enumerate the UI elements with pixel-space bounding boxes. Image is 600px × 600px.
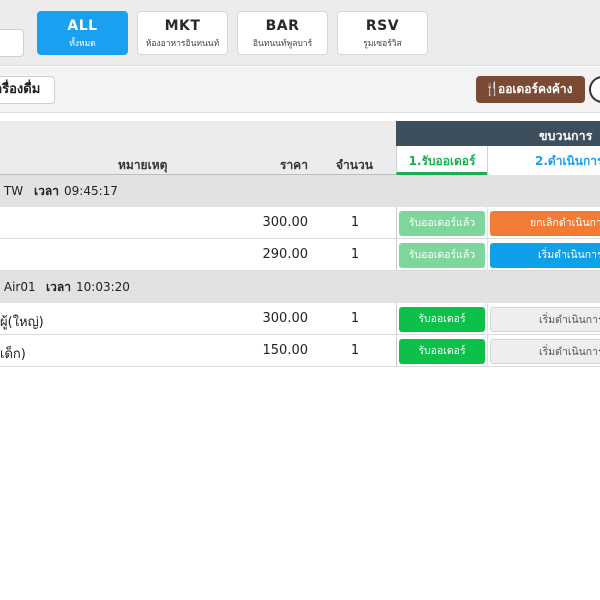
start-process-button[interactable]: เริ่มดำเนินการ <box>490 243 600 268</box>
column-divider <box>487 303 488 335</box>
column-divider <box>396 239 397 271</box>
process-label: ขบวนการ <box>539 128 593 143</box>
start-process-button[interactable]: เริ่มดำเนินการ <box>490 339 600 364</box>
item-name: ผู้(ใหญ่) <box>0 315 44 330</box>
group-time: 09:45:17 <box>64 184 118 198</box>
tab-step2-process[interactable]: 2.ดำเนินการ <box>487 146 600 175</box>
filter-all-button[interactable]: ALL ทั้งหมด <box>37 11 128 55</box>
group-time-label: เวลา <box>34 184 59 198</box>
item-qty: 1 <box>350 215 360 230</box>
column-divider <box>487 335 488 367</box>
column-divider <box>487 207 488 239</box>
filter-code: RSV <box>365 18 400 34</box>
column-header-qty: จำนวน <box>336 158 373 172</box>
filter-mkt-button[interactable]: MKT ห้องอาหารอินทนนท์ <box>137 11 228 55</box>
order-accepted-button[interactable]: รับออเดอร์แล้ว <box>399 211 485 236</box>
item-name: เด็ก) <box>0 347 26 362</box>
group-time: 10:03:20 <box>76 280 130 294</box>
order-group-header: : Air01 เวลา 10:03:20 <box>0 271 600 304</box>
column-divider <box>487 239 488 271</box>
column-header-price: ราคา <box>280 158 308 172</box>
accept-order-button[interactable]: รับออเดอร์ <box>399 339 485 364</box>
filter-subtitle: รูมเซอร์วิส <box>363 39 402 49</box>
pending-orders-button[interactable]: 🍴 ออเดอร์คงค้าง <box>476 76 585 103</box>
table-row: 300.00 1 รับออเดอร์แล้ว ยกเลิกดำเนินการ <box>0 207 600 239</box>
filter-subtitle: ห้องอาหารอินทนนท์ <box>145 39 220 49</box>
item-qty: 1 <box>350 343 360 358</box>
order-group-header: : TW เวลา 09:45:17 <box>0 175 600 208</box>
table-row: 290.00 1 รับออเดอร์แล้ว เริ่มดำเนินการ <box>0 239 600 271</box>
pending-orders-label: ออเดอร์คงค้าง <box>498 82 573 96</box>
item-qty: 1 <box>350 311 360 326</box>
accept-order-button[interactable]: รับออเดอร์ <box>399 307 485 332</box>
fork-knife-icon: 🍴 <box>484 82 501 97</box>
table-row: เด็ก) 150.00 1 รับออเดอร์ เริ่มดำเนินการ <box>0 335 600 367</box>
search-input[interactable] <box>0 29 24 57</box>
item-price: 300.00 <box>262 311 309 326</box>
drinks-button[interactable]: เครื่องดื่ม <box>0 76 55 104</box>
group-time-label: เวลา <box>46 280 71 294</box>
start-process-button[interactable]: เริ่มดำเนินการ <box>490 307 600 332</box>
order-accepted-button[interactable]: รับออเดอร์แล้ว <box>399 243 485 268</box>
item-price: 150.00 <box>262 343 309 358</box>
filter-bar: ALL ทั้งหมด MKT ห้องอาหารอินทนนท์ BAR อิ… <box>0 0 600 66</box>
item-price: 300.00 <box>262 215 309 230</box>
column-divider <box>396 335 397 367</box>
group-table: : Air01 <box>0 280 36 294</box>
tab-step1-accept[interactable]: 1.รับออเดอร์ <box>396 146 487 175</box>
filter-subtitle: อินทนนท์พูลบาร์ <box>252 39 313 49</box>
filter-bar-button[interactable]: BAR อินทนนท์พูลบาร์ <box>237 11 328 55</box>
item-price: 290.00 <box>262 247 309 262</box>
filter-code: ALL <box>67 18 98 34</box>
filter-rsv-button[interactable]: RSV รูมเซอร์วิส <box>337 11 428 55</box>
table-row: ผู้(ใหญ่) 300.00 1 รับออเดอร์ เริ่มดำเนิ… <box>0 303 600 335</box>
filter-code: MKT <box>164 18 201 34</box>
column-header-note: หมายเหตุ <box>118 158 168 172</box>
filter-code: BAR <box>265 18 300 34</box>
item-qty: 1 <box>350 247 360 262</box>
filter-subtitle: ทั้งหมด <box>69 39 96 49</box>
group-table: : TW <box>0 184 24 198</box>
process-header: ขบวนการ <box>396 121 600 146</box>
column-divider <box>396 207 397 239</box>
cancel-process-button[interactable]: ยกเลิกดำเนินการ <box>490 211 600 236</box>
column-divider <box>396 303 397 335</box>
